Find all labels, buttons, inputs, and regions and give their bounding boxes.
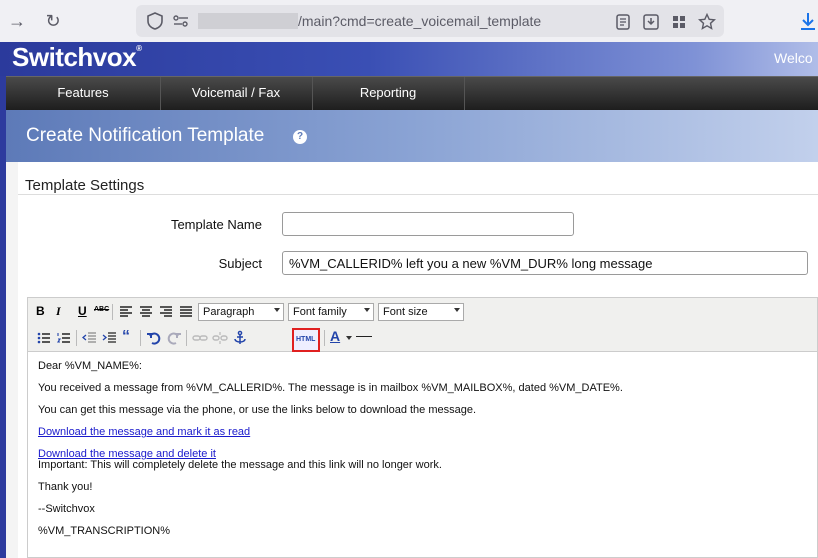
template-name-input[interactable] bbox=[282, 212, 574, 236]
toolbar-divider bbox=[112, 304, 113, 320]
template-name-label: Template Name bbox=[170, 217, 262, 232]
redo-icon[interactable] bbox=[166, 330, 182, 346]
font-size-select[interactable]: Font size bbox=[378, 303, 464, 321]
undo-icon[interactable] bbox=[146, 330, 162, 346]
help-icon[interactable]: ? bbox=[293, 130, 307, 144]
rich-text-editor: B I U ABC Paragraph Font family Font siz… bbox=[27, 297, 818, 558]
main-nav: Features Voicemail / Fax Reporting bbox=[4, 76, 818, 111]
anchor-icon[interactable] bbox=[232, 330, 248, 346]
redacted-host bbox=[198, 13, 298, 29]
nav-divider bbox=[464, 77, 465, 111]
save-page-icon[interactable] bbox=[642, 13, 660, 31]
chevron-down-icon bbox=[364, 308, 370, 312]
bullet-list-icon[interactable] bbox=[36, 330, 52, 346]
numbered-list-icon[interactable] bbox=[56, 330, 72, 346]
download-read-link[interactable]: Download the message and mark it as read bbox=[38, 426, 250, 438]
html-label: HTML bbox=[296, 336, 316, 343]
brand-logo[interactable]: Switchvox® bbox=[12, 42, 142, 73]
indent-icon[interactable] bbox=[102, 330, 118, 346]
bold-button[interactable]: B bbox=[36, 304, 52, 320]
body-line: Thank you! bbox=[38, 481, 93, 493]
italic-button[interactable]: I bbox=[56, 304, 72, 320]
body-line: %VM_TRANSCRIPTION% bbox=[38, 525, 171, 537]
chevron-down-icon bbox=[454, 308, 460, 312]
nav-item-reporting[interactable]: Reporting bbox=[313, 77, 463, 111]
reload-icon[interactable]: ↻ bbox=[40, 8, 66, 34]
align-justify-icon[interactable] bbox=[178, 304, 194, 320]
chevron-down-icon bbox=[274, 308, 280, 312]
toolbar-divider bbox=[186, 330, 187, 346]
welcome-text: Welco bbox=[774, 50, 813, 66]
underline-button[interactable]: U bbox=[78, 304, 94, 320]
download-icon[interactable] bbox=[798, 10, 818, 32]
body-line: --Switchvox bbox=[38, 503, 95, 515]
bookmark-star-icon[interactable] bbox=[698, 13, 716, 31]
outdent-icon[interactable] bbox=[82, 330, 98, 346]
address-bar[interactable]: /main?cmd=create_voicemail_template bbox=[136, 5, 724, 37]
strikethrough-button[interactable]: ABC bbox=[94, 306, 110, 322]
body-line: You received a message from %VM_CALLERID… bbox=[38, 382, 623, 394]
nav-item-voicemail-fax[interactable]: Voicemail / Fax bbox=[161, 77, 311, 111]
blockquote-icon[interactable]: “ bbox=[122, 328, 138, 345]
unlink-icon[interactable] bbox=[212, 330, 228, 346]
content-area: Template Settings Template Name Subject … bbox=[6, 162, 818, 558]
editor-toolbar: B I U ABC Paragraph Font family Font siz… bbox=[28, 298, 817, 352]
url-text[interactable]: /main?cmd=create_voicemail_template bbox=[298, 13, 541, 29]
nav-item-features[interactable]: Features bbox=[8, 77, 158, 111]
format-select[interactable]: Paragraph bbox=[198, 303, 284, 321]
permissions-icon[interactable] bbox=[172, 12, 190, 30]
browser-toolbar: → ↻ /main?cmd=create_voicemail_template bbox=[0, 0, 818, 42]
page-title: Create Notification Template bbox=[26, 125, 265, 146]
chevron-down-icon[interactable] bbox=[346, 336, 352, 340]
page-title-bar: Create Notification Template ? bbox=[6, 110, 818, 162]
link-icon[interactable] bbox=[192, 330, 208, 346]
font-family-select[interactable]: Font family bbox=[288, 303, 374, 321]
toolbar-divider bbox=[324, 330, 325, 346]
extensions-grid-icon[interactable] bbox=[670, 13, 688, 31]
subject-label: Subject bbox=[218, 256, 262, 271]
subject-input[interactable] bbox=[282, 251, 808, 275]
html-source-button[interactable]: HTML bbox=[292, 328, 320, 352]
align-right-icon[interactable] bbox=[158, 304, 174, 320]
align-left-icon[interactable] bbox=[118, 304, 134, 320]
section-divider bbox=[18, 194, 818, 195]
toolbar-divider bbox=[76, 330, 77, 346]
align-center-icon[interactable] bbox=[138, 304, 154, 320]
body-line: Dear %VM_NAME%: bbox=[38, 360, 142, 372]
section-title: Template Settings bbox=[25, 177, 145, 194]
reader-view-icon[interactable] bbox=[614, 13, 632, 31]
shield-icon[interactable] bbox=[146, 12, 164, 30]
body-line: Important: This will completely delete t… bbox=[38, 459, 442, 471]
app-header: Switchvox® Welco bbox=[0, 42, 818, 76]
body-line: You can get this message via the phone, … bbox=[38, 404, 477, 416]
text-color-button[interactable]: A bbox=[330, 328, 346, 344]
horizontal-rule-icon[interactable] bbox=[356, 336, 372, 337]
back-arrow-icon[interactable]: → bbox=[4, 8, 30, 34]
toolbar-divider bbox=[140, 330, 141, 346]
